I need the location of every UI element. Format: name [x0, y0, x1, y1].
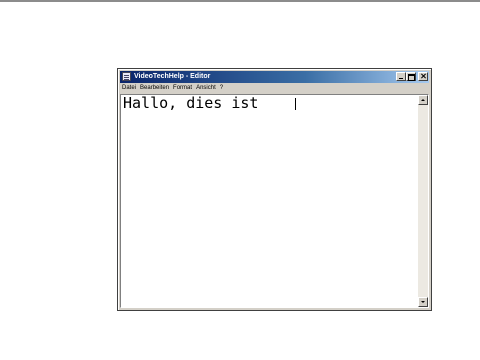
- menu-item-bearbeiten[interactable]: Bearbeiten: [138, 83, 171, 93]
- minimize-icon[interactable]: [396, 72, 406, 81]
- screen-top-border: [0, 0, 480, 2]
- editor-text[interactable]: Hallo, dies ist: [123, 95, 268, 112]
- maximize-icon[interactable]: [406, 72, 416, 81]
- arrow-up-icon[interactable]: [418, 95, 428, 105]
- menu-item-format[interactable]: Format: [171, 83, 194, 93]
- text-caret: [295, 98, 296, 110]
- menu-item-help[interactable]: ?: [218, 83, 225, 93]
- notepad-icon[interactable]: [122, 72, 131, 81]
- close-icon[interactable]: [418, 72, 428, 81]
- title-bar[interactable]: VideoTechHelp - Editor: [120, 71, 429, 83]
- arrow-down-icon[interactable]: [418, 297, 428, 307]
- notepad-window: VideoTechHelp - Editor Datei Bearbeiten …: [117, 68, 432, 311]
- menu-item-ansicht[interactable]: Ansicht: [194, 83, 218, 93]
- window-title: VideoTechHelp - Editor: [134, 73, 211, 80]
- menu-item-datei[interactable]: Datei: [120, 83, 138, 93]
- vertical-scrollbar[interactable]: [418, 95, 428, 307]
- menu-bar: Datei Bearbeiten Format Ansicht ?: [120, 83, 429, 93]
- text-editor-area[interactable]: Hallo, dies ist: [120, 94, 429, 308]
